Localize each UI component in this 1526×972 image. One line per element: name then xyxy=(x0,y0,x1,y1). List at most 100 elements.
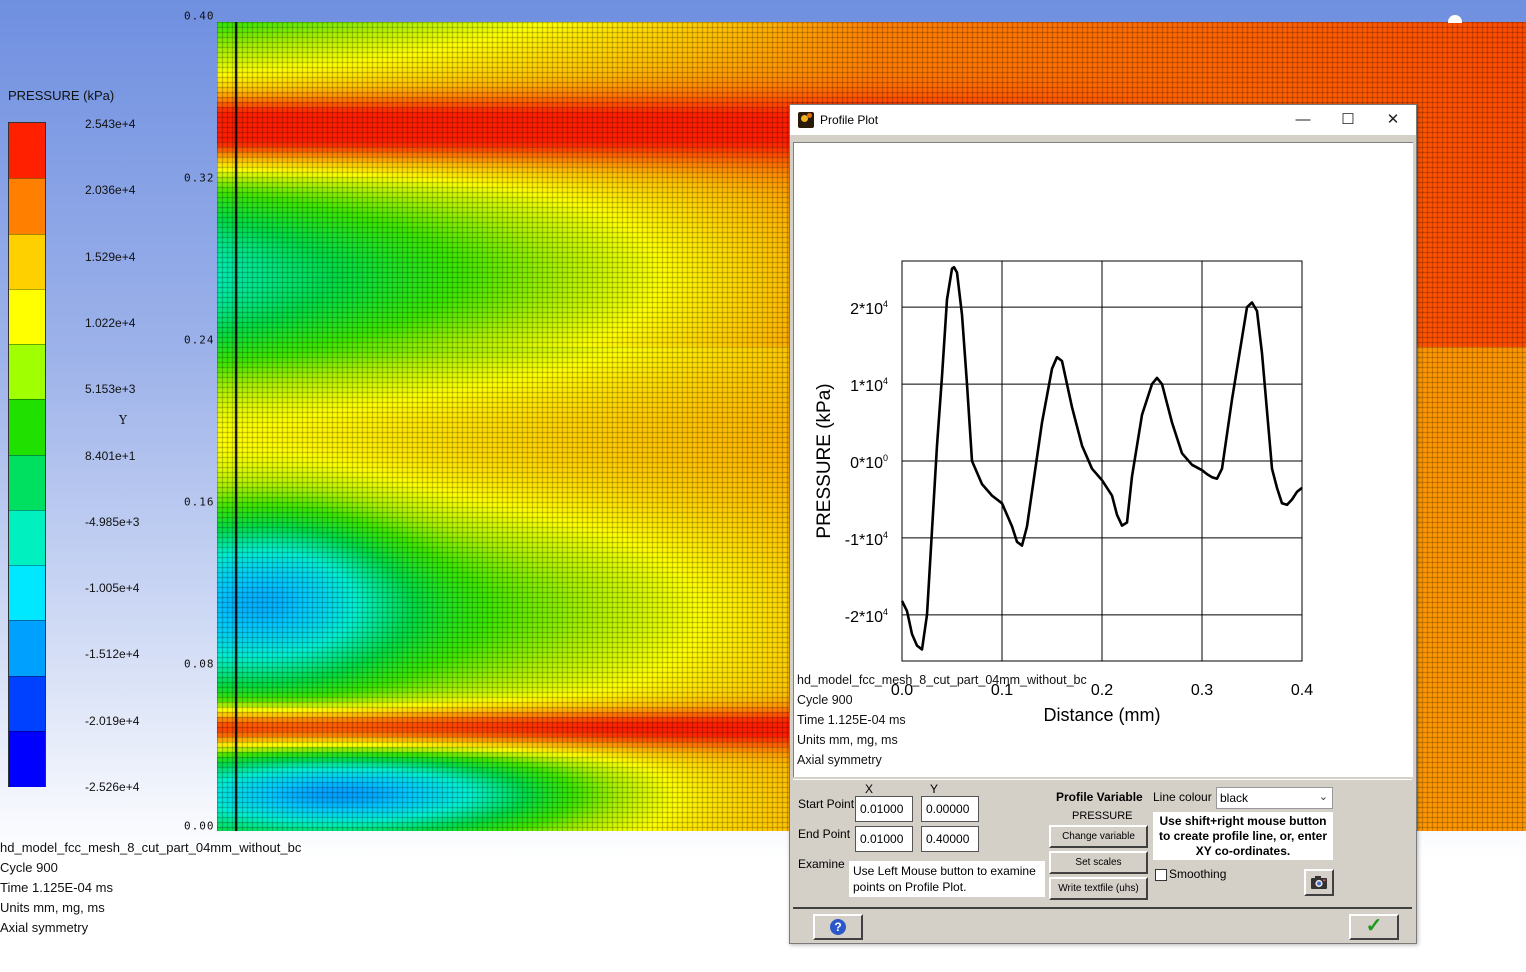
legend-separator xyxy=(9,178,45,180)
end-y-field[interactable]: 0.40000 xyxy=(921,826,979,852)
legend-label: 8.401e+1 xyxy=(85,448,136,463)
legend-label: -1.512e+4 xyxy=(85,647,140,662)
legend-colour-band xyxy=(9,399,45,456)
legend-colour-band xyxy=(9,565,45,622)
snapshot-button[interactable] xyxy=(1304,869,1334,896)
legend-colour-band xyxy=(9,509,45,566)
write-textfile-button[interactable]: Write textfile (uhs) xyxy=(1049,877,1148,900)
minimize-button[interactable]: — xyxy=(1280,105,1326,135)
legend-colour-band xyxy=(9,675,45,732)
legend-label: -4.985e+3 xyxy=(85,514,140,529)
end-point-label: End Point xyxy=(798,827,851,841)
line-colour-select[interactable]: black ⌄ xyxy=(1216,787,1333,809)
legend-separator xyxy=(9,454,45,456)
legend-separator xyxy=(9,565,45,566)
cycle-text: Cycle 900 xyxy=(0,860,58,875)
start-y-field[interactable]: 0.00000 xyxy=(921,796,979,822)
mesh-y-tick: 0.00 xyxy=(184,819,215,833)
mesh-y-tick: 0.40 xyxy=(184,9,215,23)
dialog-button-bar: ? ✓ xyxy=(793,907,1412,943)
view-marker xyxy=(1448,15,1462,23)
legend-separator xyxy=(9,399,45,401)
profile-controls: X Y Start Point End Point 0.01000 0.0000… xyxy=(793,779,1412,904)
legend-colour-band xyxy=(9,233,45,290)
legend-separator xyxy=(9,730,45,732)
plot-info-block: hd_model_fcc_mesh_8_cut_part_04mm_withou… xyxy=(797,670,1087,770)
examine-hint: Use Left Mouse button to examine points … xyxy=(849,861,1045,897)
x-column-header: X xyxy=(865,782,874,796)
legend-colour-band xyxy=(9,344,45,401)
legend-label: -1.005e+4 xyxy=(85,581,140,596)
line-colour-label: Line colour xyxy=(1153,790,1212,804)
legend-separator xyxy=(9,675,45,677)
help-icon: ? xyxy=(830,919,846,935)
legend-colour-band xyxy=(9,178,45,235)
help-glyph: ? xyxy=(834,920,841,934)
y-tick-label: 2*104 xyxy=(850,299,888,318)
start-x-field[interactable]: 0.01000 xyxy=(855,796,913,822)
profile-plot-area[interactable]: 0.0 0.1 0.2 0.3 0.4 2*104 1*104 0*100 -1*104 -2*1… xyxy=(793,142,1413,777)
dialog-title: Profile Plot xyxy=(820,113,879,127)
legend-label: 1.529e+4 xyxy=(85,249,136,264)
mesh-y-tick: 0.24 xyxy=(184,333,215,347)
legend-separator xyxy=(9,288,45,290)
camera-icon xyxy=(1311,876,1327,889)
legend-label: 1.022e+4 xyxy=(85,315,136,330)
app-icon xyxy=(798,112,814,128)
legend-label: 5.153e+3 xyxy=(85,382,136,397)
legend-separator xyxy=(9,620,45,622)
legend-colour-band xyxy=(9,620,45,677)
profile-variable-value: PRESSURE xyxy=(1072,810,1133,822)
legend-separator xyxy=(9,509,45,511)
y-tick-label: -2*104 xyxy=(845,607,888,626)
legend-label: 2.543e+4 xyxy=(85,117,136,131)
legend-label: 2.036e+4 xyxy=(85,183,136,198)
start-point-label: Start Point xyxy=(798,797,855,811)
units-text: Units mm, mg, ms xyxy=(0,900,105,915)
plot-units-text: Units mm, mg, ms xyxy=(797,733,898,747)
plot-symmetry-text: Axial symmetry xyxy=(797,753,882,767)
line-colour-value: black xyxy=(1220,791,1249,805)
smoothing-label: Smoothing xyxy=(1169,867,1227,881)
legend-colour-band xyxy=(9,123,45,180)
y-tick-label: -1*104 xyxy=(845,530,888,549)
main-info-block: hd_model_fcc_mesh_8_cut_part_04mm_withou… xyxy=(0,838,301,938)
legend-label: -2.019e+4 xyxy=(85,713,140,728)
y-tick-label: 1*104 xyxy=(850,376,888,395)
examine-label: Examine xyxy=(798,857,845,871)
plot-cycle-text: Cycle 900 xyxy=(797,693,853,707)
colour-legend-bar xyxy=(8,122,46,787)
mesh-y-tick: 0.08 xyxy=(184,657,215,671)
x-tick-label: 0.2 xyxy=(1091,682,1113,699)
y-column-header: Y xyxy=(930,782,939,796)
x-tick-label: 0.3 xyxy=(1191,682,1213,699)
model-name: hd_model_fcc_mesh_8_cut_part_04mm_withou… xyxy=(0,840,302,855)
legend-label: -2.526e+4 xyxy=(85,780,140,794)
legend-colour-band xyxy=(9,454,45,511)
ok-button[interactable]: ✓ xyxy=(1349,914,1399,940)
end-x-field[interactable]: 0.01000 xyxy=(855,826,913,852)
mesh-y-tick: 0.16 xyxy=(184,495,215,509)
legend-colour-band xyxy=(9,288,45,345)
legend-separator xyxy=(9,233,45,235)
profile-plot-dialog: Profile Plot — ☐ ✕ 0.0 0.1 0.2 0.3 0.4 2*104 1… xyxy=(789,104,1417,944)
y-axis-label: PRESSURE (kPa) xyxy=(814,383,835,538)
dialog-titlebar[interactable]: Profile Plot — ☐ ✕ xyxy=(790,105,1416,135)
close-button[interactable]: ✕ xyxy=(1370,105,1416,135)
change-variable-button[interactable]: Change variable xyxy=(1049,825,1148,848)
legend-separator xyxy=(9,344,45,345)
mesh-y-tick: 0.32 xyxy=(184,171,215,185)
plot-model-name: hd_model_fcc_mesh_8_cut_part_04mm_withou… xyxy=(797,673,1087,687)
smoothing-checkbox[interactable] xyxy=(1155,869,1167,881)
help-button[interactable]: ? xyxy=(813,914,863,940)
x-tick-label: 0.4 xyxy=(1291,682,1313,699)
set-scales-button[interactable]: Set scales xyxy=(1049,851,1148,874)
chevron-down-icon: ⌄ xyxy=(1318,791,1328,803)
profile-line-hint: Use shift+right mouse button to create p… xyxy=(1153,812,1333,860)
y-axis-letter: Y xyxy=(119,413,127,427)
legend-title: PRESSURE (kPa) xyxy=(8,88,115,103)
check-icon: ✓ xyxy=(1365,915,1383,937)
symmetry-text: Axial symmetry xyxy=(0,920,89,935)
time-text: Time 1.125E-04 ms xyxy=(0,880,113,895)
maximize-button[interactable]: ☐ xyxy=(1325,105,1371,135)
